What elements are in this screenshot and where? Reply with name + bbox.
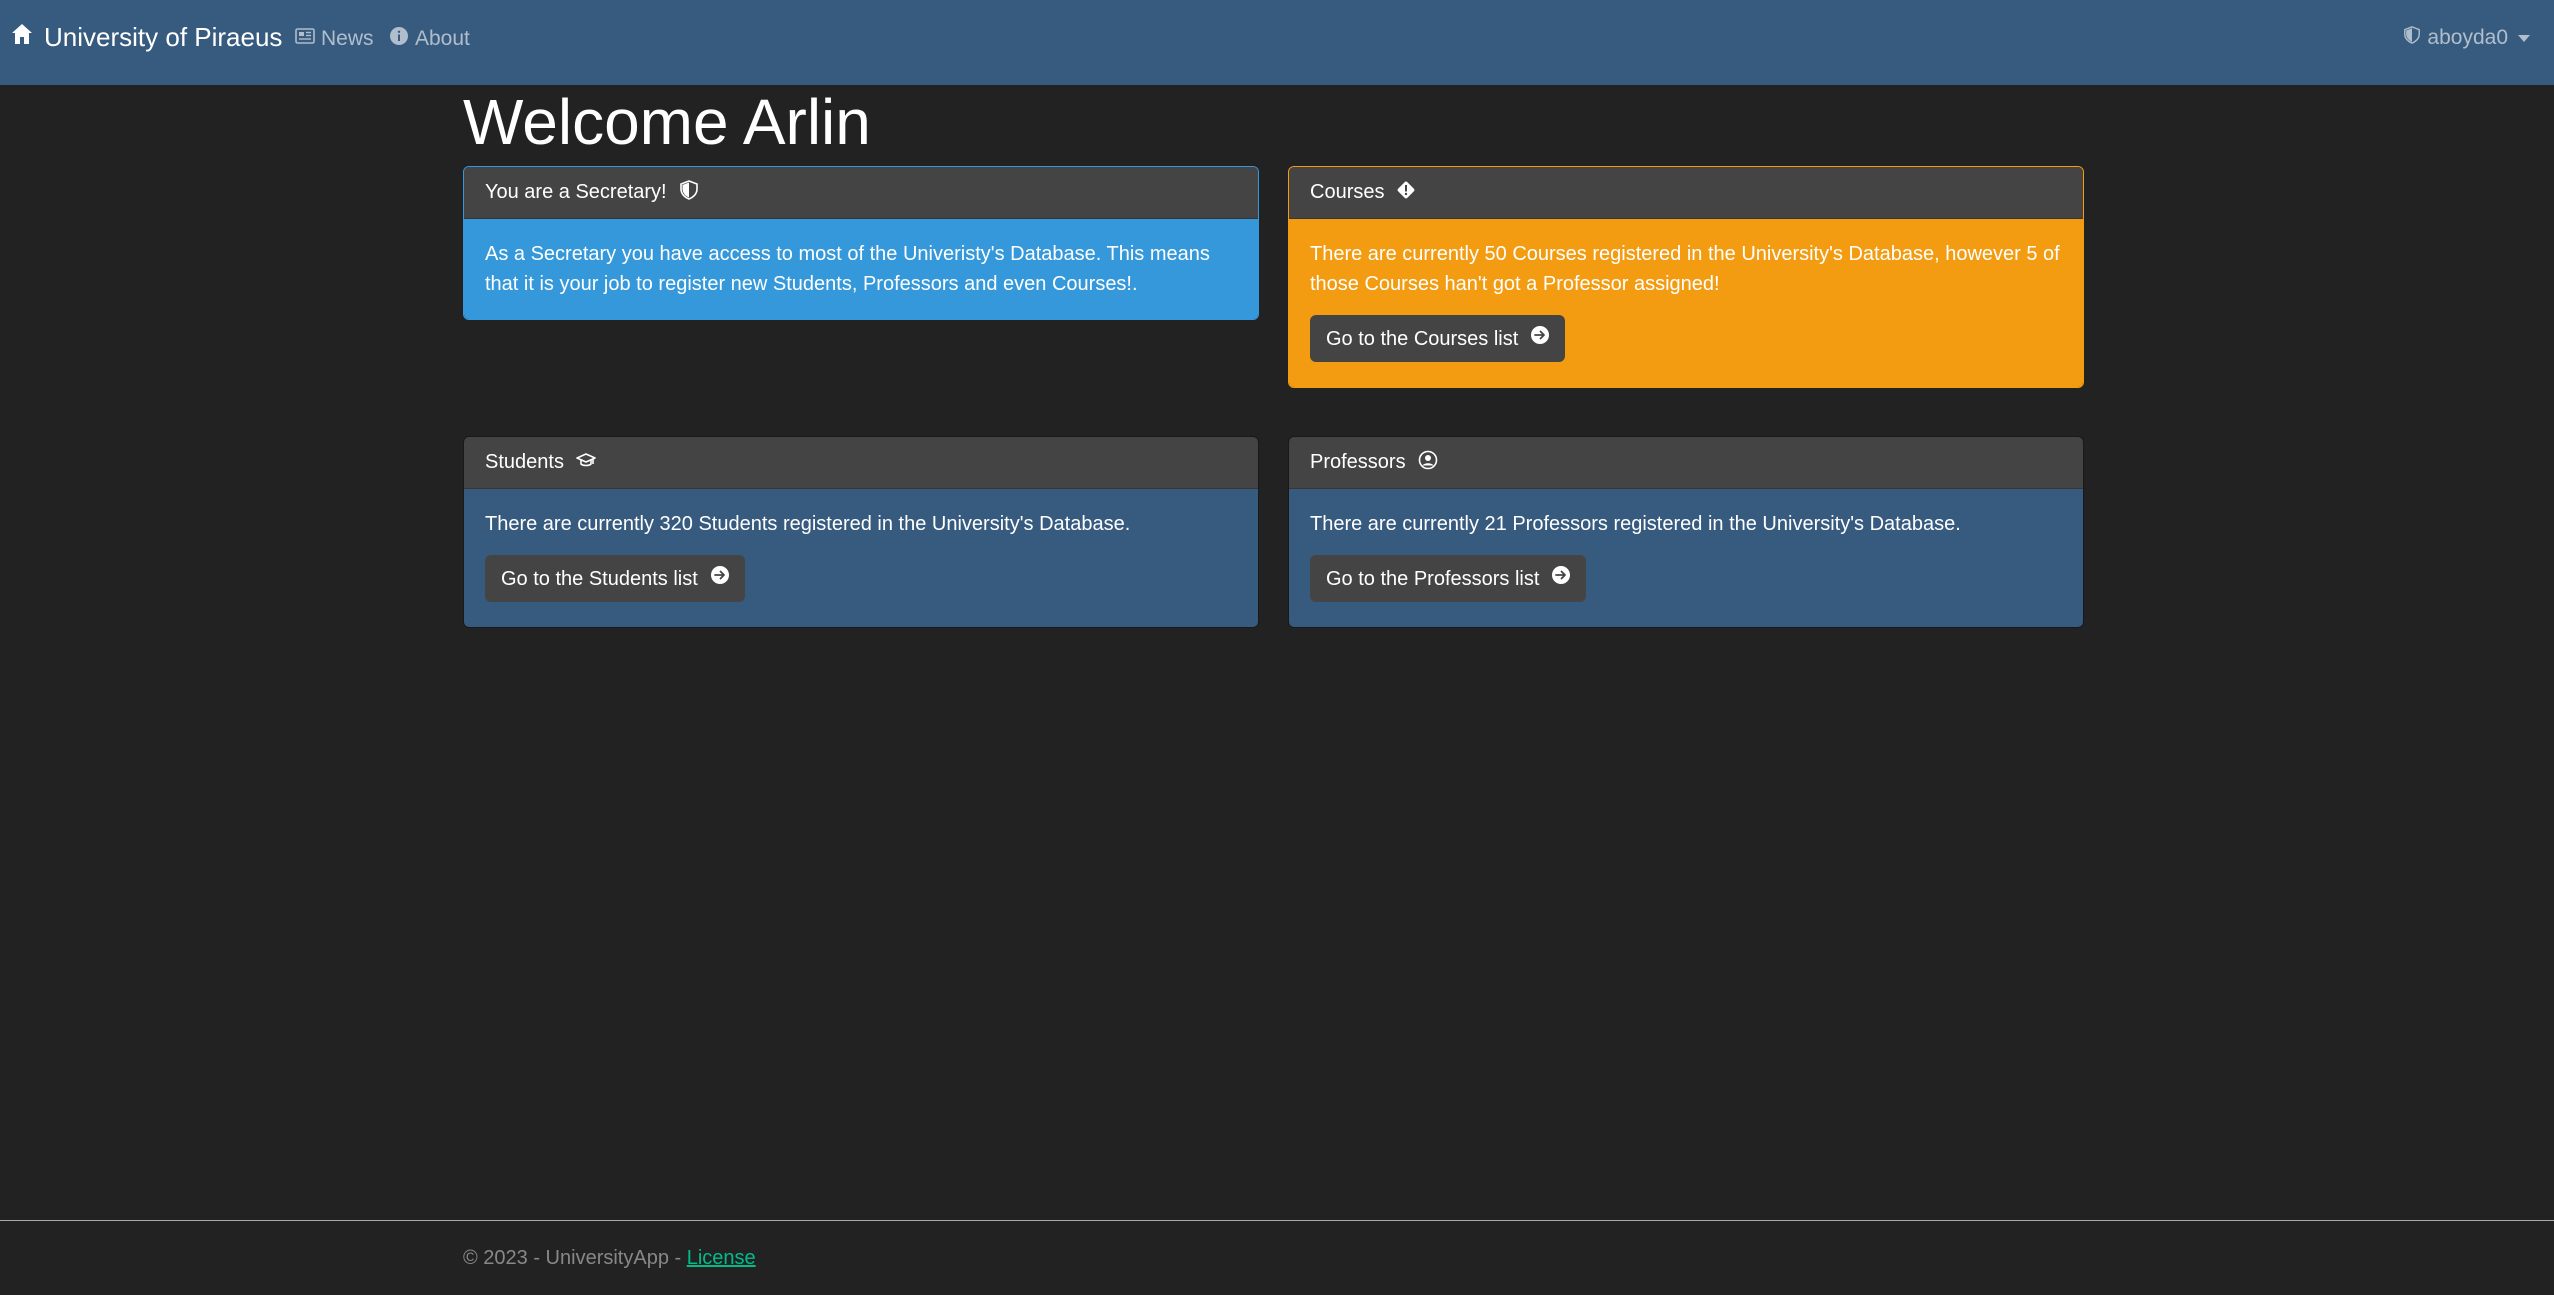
arrow-right-circle-icon <box>1530 324 1550 354</box>
arrow-right-circle-icon <box>1551 564 1571 594</box>
nav-about[interactable]: About <box>389 26 470 52</box>
footer-text: © 2023 - UniversityApp - License <box>463 1247 756 1270</box>
students-list-button-label: Go to the Students list <box>501 567 698 590</box>
courses-list-button[interactable]: Go to the Courses list <box>1310 315 1566 362</box>
home-icon <box>10 22 34 53</box>
shield-icon <box>679 179 699 206</box>
user-dropdown[interactable]: aboyda0 <box>2403 26 2530 50</box>
professors-list-button-label: Go to the Professors list <box>1326 567 1540 590</box>
courses-card-title: Courses <box>1310 181 1385 203</box>
students-card-title: Students <box>485 451 564 473</box>
newspaper-icon <box>295 26 315 52</box>
user-circle-icon <box>1418 450 1438 476</box>
courses-card-header: Courses <box>1289 167 2083 219</box>
professors-card-body: There are currently 21 Professors regist… <box>1289 489 2083 627</box>
students-card-header: Students <box>464 437 1258 489</box>
license-link[interactable]: License <box>687 1247 756 1269</box>
secretary-card-title: You are a Secretary! <box>485 181 667 203</box>
students-card-body: There are currently 320 Students registe… <box>464 489 1258 627</box>
page-title: Welcome Arlin <box>463 86 871 158</box>
top-navbar: University of Piraeus News About aboyda0 <box>0 0 2554 85</box>
page-footer: © 2023 - UniversityApp - License <box>0 1220 2554 1295</box>
courses-card-text: There are currently 50 Courses registere… <box>1310 243 2060 295</box>
courses-list-button-label: Go to the Courses list <box>1326 327 1519 350</box>
professors-list-button[interactable]: Go to the Professors list <box>1310 555 1587 602</box>
brand-link[interactable]: University of Piraeus <box>10 22 282 53</box>
copyright-text: © 2023 - UniversityApp - <box>463 1247 687 1269</box>
nav-news[interactable]: News <box>295 26 374 52</box>
nav-news-label: News <box>321 27 374 50</box>
brand-label: University of Piraeus <box>44 22 283 52</box>
students-card: Students There are currently 320 Student… <box>463 436 1259 628</box>
professors-card: Professors There are currently 21 Profes… <box>1288 436 2084 628</box>
students-card-text: There are currently 320 Students registe… <box>485 513 1131 535</box>
nav-about-label: About <box>415 27 470 50</box>
user-name: aboyda0 <box>2427 26 2508 49</box>
secretary-card-text: As a Secretary you have access to most o… <box>485 243 1210 295</box>
warning-diamond-icon <box>1396 180 1416 206</box>
graduation-cap-icon <box>576 450 596 476</box>
courses-card: Courses There are currently 50 Courses r… <box>1288 166 2084 388</box>
secretary-card-body: As a Secretary you have access to most o… <box>464 219 1258 319</box>
secretary-card: You are a Secretary! As a Secretary you … <box>463 166 1259 320</box>
professors-card-header: Professors <box>1289 437 2083 489</box>
professors-card-text: There are currently 21 Professors regist… <box>1310 513 1961 535</box>
students-list-button[interactable]: Go to the Students list <box>485 555 745 602</box>
courses-card-body: There are currently 50 Courses registere… <box>1289 219 2083 387</box>
professors-card-title: Professors <box>1310 451 1406 473</box>
secretary-card-header: You are a Secretary! <box>464 167 1258 219</box>
shield-icon <box>2403 26 2421 50</box>
arrow-right-circle-icon <box>710 564 730 594</box>
info-circle-icon <box>389 26 409 52</box>
chevron-down-icon <box>2518 34 2530 42</box>
